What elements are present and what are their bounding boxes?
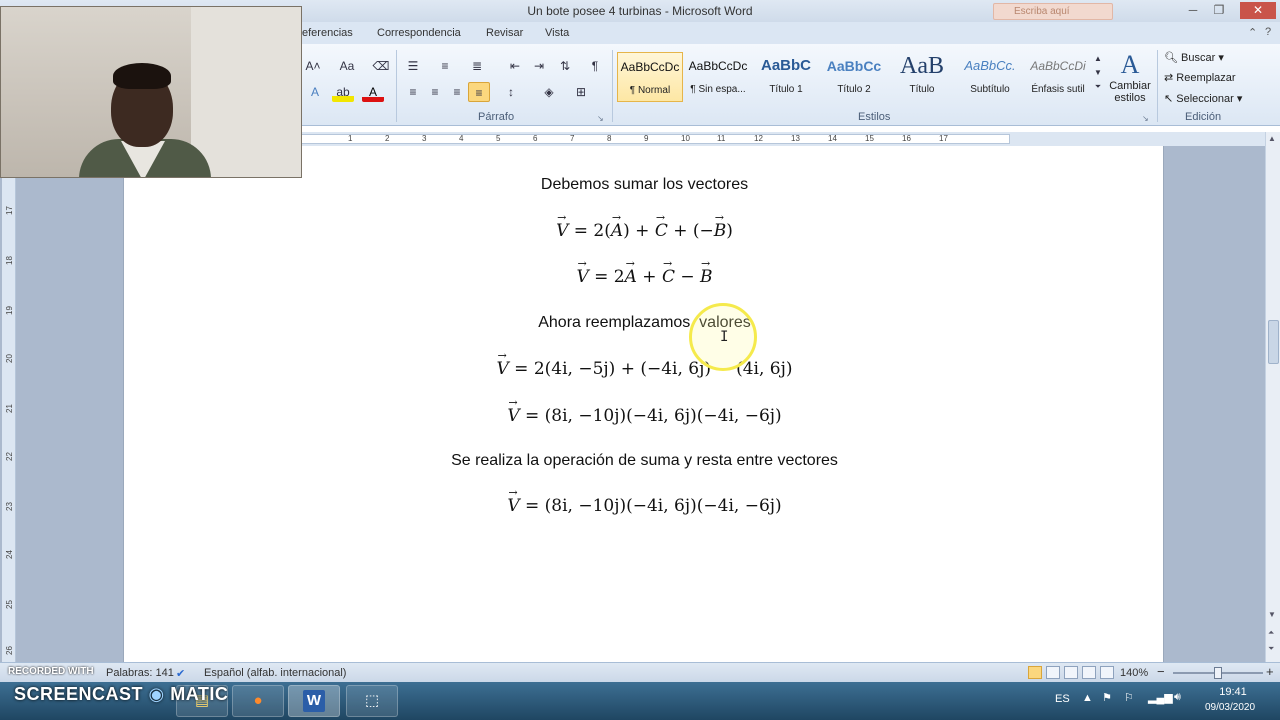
equation-3[interactable]: V = 2(4i, −5j) + (−4i, 6j) − (4i, 6j) [124, 349, 1165, 379]
proofing-icon[interactable]: ✔ [176, 667, 185, 680]
taskbar-word-icon[interactable]: W [288, 685, 340, 717]
sort-icon[interactable]: ⇅ [554, 56, 576, 76]
align-left-icon[interactable]: ≡ [402, 82, 424, 102]
styles-group-label: Estilos [858, 111, 891, 123]
print-layout-view-button[interactable] [1028, 666, 1042, 679]
network-icon[interactable]: ▂▄▆ [1148, 691, 1173, 704]
line-spacing-icon[interactable]: ↕ [500, 82, 522, 102]
equation-2[interactable]: V = 2A + C − B [124, 257, 1165, 287]
style-heading-2[interactable]: AaBbCc Título 2 [821, 52, 887, 102]
editing-group-label: Edición [1185, 111, 1222, 123]
record-icon: ◉ [148, 684, 165, 704]
tab-revisar[interactable]: Revisar [486, 27, 523, 39]
style-subtitle[interactable]: AaBbCc. Subtítulo [957, 52, 1023, 102]
numbering-icon[interactable]: ≡ [434, 56, 456, 76]
select-cursor-icon: ↖ [1164, 93, 1174, 105]
style-normal[interactable]: AaBbCcDc ¶ Normal [617, 52, 683, 102]
tell-me-search-box[interactable]: Escriba aquí [993, 3, 1113, 20]
clear-format-icon[interactable]: ⌫ [370, 56, 392, 76]
grow-font-button[interactable]: A˄ [302, 56, 324, 76]
equation-1[interactable]: V = 2(A) + C + (−B) [124, 211, 1165, 241]
next-page-icon[interactable]: ⏷ [1268, 644, 1274, 654]
align-center-icon[interactable]: ≡ [424, 82, 446, 102]
text-line-sum-vectors[interactable]: Debemos sumar los vectores [124, 176, 1165, 194]
paragraph-group-label: Párrafo [478, 111, 515, 123]
webcam-overlay [0, 6, 302, 178]
scroll-up-icon[interactable]: ▲ [1268, 134, 1276, 143]
taskbar-firefox-icon[interactable]: ● [232, 685, 284, 717]
clock-time[interactable]: 19:41 [1210, 686, 1256, 698]
maximize-button[interactable]: ❐ [1208, 2, 1230, 19]
prev-page-icon[interactable]: ⏶ [1268, 628, 1274, 638]
language-status[interactable]: Español (alfab. internacional) [204, 667, 346, 679]
text-effects-icon[interactable]: A [304, 82, 326, 102]
styles-more-icon[interactable]: ▲ ▼ ⏷ [1092, 52, 1104, 102]
flag-icon[interactable]: ⚐ [1124, 691, 1134, 704]
style-no-spacing[interactable]: AaBbCcDc ¶ Sin espa... [685, 52, 751, 102]
highlight-icon[interactable]: ab [332, 82, 354, 102]
align-right-icon[interactable]: ≡ [446, 82, 468, 102]
zoom-level[interactable]: 140% [1120, 667, 1148, 679]
minimize-button[interactable]: ─ [1182, 2, 1204, 19]
outline-view-button[interactable] [1082, 666, 1096, 679]
equation-4[interactable]: V = (8i, −10j)(−4i, 6j)(−4i, −6j) [124, 396, 1165, 426]
word-count[interactable]: Palabras: 141 [106, 667, 174, 679]
bullets-icon[interactable]: ☰ [402, 56, 424, 76]
clock-date[interactable]: 09/03/2020 [1200, 702, 1260, 713]
style-heading-1[interactable]: AaBbC Título 1 [753, 52, 819, 102]
draft-view-button[interactable] [1100, 666, 1114, 679]
select-button[interactable]: ↖ Seleccionar ▾ [1164, 92, 1242, 105]
replace-icon: ⇄ [1164, 72, 1174, 84]
screencast-logo: SCREENCAST ◉ MATIC [14, 684, 229, 704]
text-line-replace-values[interactable]: Ahora reemplazamos valores [124, 314, 1165, 332]
ribbon-minimize-icon[interactable]: ⌃ [1248, 26, 1257, 39]
action-center-icon[interactable]: ⚑ [1102, 691, 1112, 704]
find-button[interactable]: 🔍︎ Buscar ▾ [1164, 51, 1224, 64]
justify-icon[interactable]: ≡ [468, 82, 490, 102]
scroll-down-icon[interactable]: ▼ [1268, 610, 1276, 619]
tab-referencias[interactable]: eferencias [302, 27, 353, 39]
help-icon[interactable]: ? [1265, 26, 1271, 38]
style-subtle-emphasis[interactable]: AaBbCcDi Énfasis sutil [1025, 52, 1091, 102]
change-styles-icon: A [1120, 50, 1140, 79]
multilevel-list-icon[interactable]: ≣ [466, 56, 488, 76]
ibeam-cursor-icon: I [720, 329, 729, 345]
full-screen-reading-button[interactable] [1046, 666, 1060, 679]
decrease-indent-icon[interactable]: ⇤ [504, 56, 526, 76]
web-layout-button[interactable] [1064, 666, 1078, 679]
style-title[interactable]: AaB Título [889, 52, 955, 102]
volume-icon[interactable]: 🔊︎ [1174, 691, 1181, 704]
recorded-with-label: RECORDED WITH [8, 666, 94, 677]
show-hidden-icons-icon[interactable]: ▲ [1082, 692, 1093, 704]
font-color-icon[interactable]: A [362, 82, 384, 102]
text-line-operation[interactable]: Se realiza la operación de suma y resta … [124, 452, 1165, 470]
replace-button[interactable]: ⇄ Reemplazar [1164, 71, 1236, 84]
status-bar: Palabras: 141 ✔ Español (alfab. internac… [0, 662, 1280, 682]
zoom-slider-knob[interactable] [1214, 667, 1222, 679]
scrollbar-thumb[interactable] [1268, 320, 1279, 364]
styles-launcher-icon[interactable]: ↘ [1142, 114, 1149, 123]
binoculars-icon: 🔍︎ [1164, 52, 1178, 64]
close-button[interactable]: ✕ [1240, 2, 1276, 19]
increase-indent-icon[interactable]: ⇥ [528, 56, 550, 76]
equation-5[interactable]: V = (8i, −10j)(−4i, 6j)(−4i, −6j) [124, 486, 1165, 516]
tab-vista[interactable]: Vista [545, 27, 569, 39]
zoom-out-button[interactable]: − [1157, 664, 1165, 679]
show-formatting-icon[interactable]: ¶ [584, 56, 606, 76]
zoom-in-button[interactable]: + [1266, 664, 1274, 679]
paragraph-launcher-icon[interactable]: ↘ [597, 114, 604, 123]
taskbar-snipping-icon[interactable]: ⬚ [346, 685, 398, 717]
tab-correspondencia[interactable]: Correspondencia [377, 27, 461, 39]
input-language[interactable]: ES [1055, 693, 1070, 705]
borders-icon[interactable]: ⊞ [570, 82, 592, 102]
change-case-button[interactable]: Aa [334, 56, 360, 76]
document-page[interactable]: Debemos sumar los vectores V = 2(A) + C … [123, 146, 1164, 662]
shading-icon[interactable]: ◈ [538, 82, 560, 102]
vertical-ruler[interactable]: 17 18 19 20 21 22 23 24 25 26 [2, 146, 16, 662]
vertical-scrollbar[interactable]: ▲ ▼ ⏶ ⏷ [1265, 132, 1280, 662]
change-styles-button[interactable]: A Cambiar estilos [1106, 50, 1154, 104]
